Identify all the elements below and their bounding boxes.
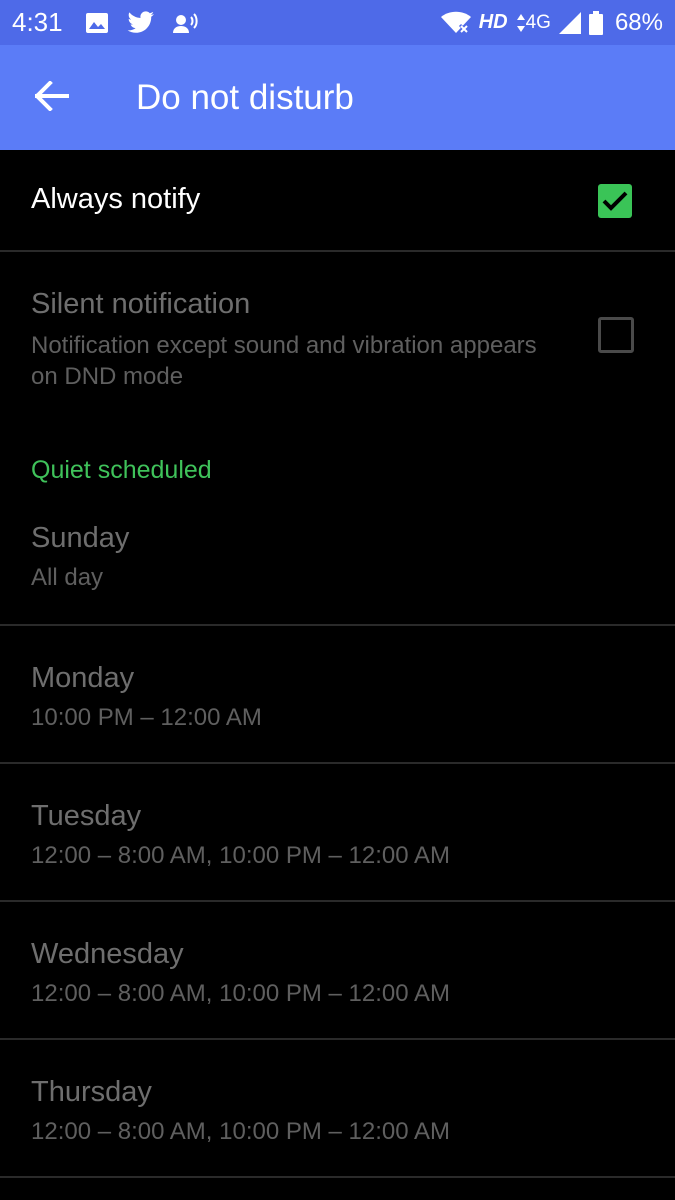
silent-notification-label: Silent notification <box>31 288 251 320</box>
day-name: Wednesday <box>31 938 184 970</box>
day-time: 12:00 – 8:00 AM, 10:00 PM – 12:00 AM <box>31 980 450 1007</box>
wifi-icon <box>440 11 471 35</box>
schedule-day-thursday[interactable]: Thursday 12:00 – 8:00 AM, 10:00 PM – 12:… <box>0 1040 675 1178</box>
image-icon <box>85 12 109 34</box>
status-time: 4:31 <box>12 7 63 37</box>
twitter-icon <box>127 10 155 35</box>
day-time: 12:00 – 8:00 AM, 10:00 PM – 12:00 AM <box>31 1118 450 1145</box>
always-notify-row[interactable]: Always notify <box>0 150 675 252</box>
schedule-day-sunday[interactable]: Sunday All day <box>0 486 675 626</box>
quiet-scheduled-header: Quiet scheduled <box>31 456 212 484</box>
network-type: 4G <box>525 11 551 33</box>
back-button[interactable] <box>22 73 82 123</box>
silent-notification-description: Notification except sound and vibration … <box>31 332 537 390</box>
schedule-day-wednesday[interactable]: Wednesday 12:00 – 8:00 AM, 10:00 PM – 12… <box>0 902 675 1040</box>
day-name: Monday <box>31 662 135 694</box>
schedule-day-monday[interactable]: Monday 10:00 PM – 12:00 AM <box>0 626 675 764</box>
battery-percent: 68% <box>614 8 663 36</box>
quiet-schedule-list: Sunday All day Monday 10:00 PM – 12:00 A… <box>0 486 675 1178</box>
arrow-back-icon <box>34 79 69 116</box>
battery-icon <box>588 10 603 35</box>
settings-list: Always notify Silent notification Notifi… <box>0 150 675 1178</box>
signal-icon <box>558 11 581 34</box>
silent-notification-checkbox[interactable] <box>598 317 634 353</box>
hd-indicator: HD <box>478 11 508 33</box>
day-time: 10:00 PM – 12:00 AM <box>31 704 262 731</box>
status-bar: 4:31 HD 4G 68% <box>0 0 675 45</box>
schedule-day-tuesday[interactable]: Tuesday 12:00 – 8:00 AM, 10:00 PM – 12:0… <box>0 764 675 902</box>
voice-icon <box>172 12 201 34</box>
day-time: All day <box>31 564 104 591</box>
page-title: Do not disturb <box>136 78 354 117</box>
silent-notification-row[interactable]: Silent notification Notification except … <box>0 252 675 422</box>
checkmark-icon <box>602 191 628 211</box>
always-notify-checkbox[interactable] <box>598 184 632 218</box>
always-notify-label: Always notify <box>31 183 201 215</box>
app-bar: Do not disturb <box>0 45 675 150</box>
day-name: Sunday <box>31 522 130 554</box>
day-name: Thursday <box>31 1076 152 1108</box>
data-arrows-icon <box>516 13 525 32</box>
day-time: 12:00 – 8:00 AM, 10:00 PM – 12:00 AM <box>31 842 450 869</box>
day-name: Tuesday <box>31 800 142 832</box>
network-indicator: 4G <box>516 12 551 34</box>
